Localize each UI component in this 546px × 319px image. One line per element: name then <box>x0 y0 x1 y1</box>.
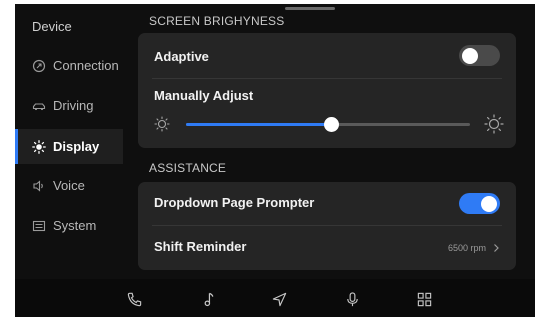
divider <box>152 78 502 79</box>
settings-screen: Device Connection Driving Display Voice <box>15 4 535 317</box>
slider-thumb[interactable] <box>323 117 339 132</box>
navigation-icon[interactable] <box>270 290 288 308</box>
adaptive-toggle[interactable] <box>459 45 500 66</box>
speaker-icon <box>25 179 53 193</box>
section-title-assistance: ASSISTANCE <box>149 161 227 175</box>
shift-reminder-label: Shift Reminder <box>154 239 247 254</box>
sidebar-item-label: Driving <box>53 98 94 113</box>
sidebar-item-label: System <box>53 218 97 233</box>
sidebar-item-label: Display <box>53 139 100 154</box>
chevron-right-icon <box>494 244 499 252</box>
music-icon[interactable] <box>199 290 217 308</box>
dropdown-prompter-label: Dropdown Page Prompter <box>154 195 315 210</box>
apps-grid-icon[interactable] <box>415 290 433 308</box>
section-title-screen-brightness: SCREEN BRIGHYNESS <box>149 14 285 28</box>
sidebar-item-display[interactable]: Display <box>15 129 123 164</box>
bottom-nav-bar <box>15 279 535 317</box>
shift-reminder-row[interactable]: Shift Reminder 6500 rpm <box>138 226 516 270</box>
connection-icon <box>25 59 53 73</box>
slider-fill <box>186 123 331 126</box>
brightness-card: Adaptive Manually Adjust <box>138 33 516 148</box>
system-icon <box>25 219 53 233</box>
brightness-slider-row <box>154 114 504 134</box>
manual-adjust-label: Manually Adjust <box>154 88 254 103</box>
assistance-card: Dropdown Page Prompter Shift Reminder 65… <box>138 182 516 270</box>
phone-icon[interactable] <box>125 290 143 308</box>
sidebar-item-label: Connection <box>53 58 119 73</box>
sun-small-icon <box>154 116 170 132</box>
drag-handle[interactable] <box>285 7 335 10</box>
microphone-icon[interactable] <box>343 290 361 308</box>
sidebar-item-system[interactable]: System <box>15 208 123 243</box>
sidebar-item-label: Voice <box>53 178 85 193</box>
toggle-knob <box>462 47 478 64</box>
sidebar-item-voice[interactable]: Voice <box>15 168 123 203</box>
sidebar-title: Device <box>32 19 72 34</box>
shift-reminder-value: 6500 rpm <box>447 243 486 253</box>
sidebar-item-connection[interactable]: Connection <box>15 48 123 83</box>
car-icon <box>25 99 53 113</box>
adaptive-label: Adaptive <box>154 49 209 64</box>
dropdown-prompter-toggle[interactable] <box>459 193 500 214</box>
sidebar: Device Connection Driving Display Voice <box>15 4 138 279</box>
sidebar-item-driving[interactable]: Driving <box>15 88 123 123</box>
toggle-knob <box>481 195 497 212</box>
sun-large-icon <box>484 114 504 134</box>
brightness-slider[interactable] <box>186 117 470 132</box>
sun-icon <box>25 139 53 154</box>
